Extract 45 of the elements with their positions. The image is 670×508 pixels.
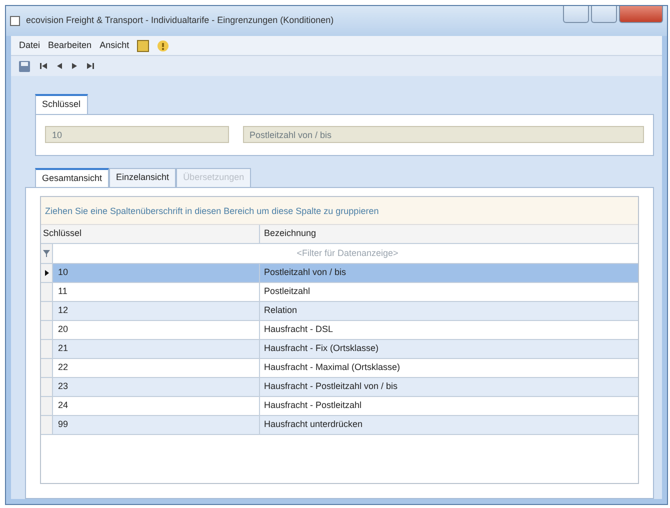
menu-item[interactable]: Bearbeiten	[48, 38, 92, 52]
table-cell-text: Hausfracht - Fix (Ortsklasse)	[264, 342, 379, 356]
view-tab[interactable]: Einzelansicht	[109, 168, 176, 187]
table-cell-text: 10	[58, 266, 68, 280]
table-row[interactable]: 21 Hausfracht - Fix (Ortsklasse)	[41, 340, 638, 359]
next-record-icon[interactable]	[72, 63, 77, 69]
menu-item[interactable]: Ansicht	[100, 38, 130, 52]
table-cell-text: 20	[58, 323, 68, 336]
table-row[interactable]: 12 Relation	[41, 302, 638, 321]
minimize-button[interactable]	[563, 6, 589, 23]
table-cell-text: Postleitzahl von / bis	[264, 266, 346, 280]
previous-record-icon[interactable]	[57, 63, 62, 69]
table-cell-text: 23	[58, 380, 68, 394]
column-header[interactable]: Bezeichnung	[264, 227, 316, 241]
current-row-icon	[44, 270, 48, 276]
filter-icon[interactable]	[43, 250, 50, 257]
first-record-icon[interactable]	[40, 63, 47, 69]
window-title: ecovision Freight & Transport - Individualtarife - Eingrenzungen (Konditionen)	[26, 14, 334, 28]
last-record-icon[interactable]	[87, 63, 94, 69]
table-row[interactable]: 23 Hausfracht - Postleitzahl von / bis	[41, 378, 638, 397]
save-icon[interactable]	[19, 60, 30, 72]
maximize-button[interactable]	[591, 6, 617, 23]
table-row[interactable]: 10 Postleitzahl von / bis	[41, 264, 638, 283]
description-field[interactable]: Postleitzahl von / bis	[242, 126, 644, 143]
table-row[interactable]: 99 Hausfracht unterdrücken	[41, 416, 638, 435]
app-icon	[10, 16, 20, 26]
table-cell-text: Hausfracht - DSL	[264, 323, 334, 336]
table-cell-text: 21	[58, 342, 68, 356]
table-cell-text: Hausfracht unterdrücken	[264, 418, 363, 432]
table-cell-text: Hausfracht - Postleitzahl von / bis	[264, 380, 398, 394]
menu-item[interactable]: Datei	[19, 38, 40, 52]
table-cell-text: 22	[58, 361, 68, 374]
column-header[interactable]: Schlüssel	[43, 227, 82, 241]
table-cell-text: Postleitzahl	[264, 285, 310, 298]
key-field[interactable]: 10	[45, 126, 229, 143]
table-cell-text: 12	[58, 304, 68, 318]
table-cell-text: Relation	[264, 304, 298, 318]
table-cell-text: 24	[58, 399, 68, 412]
table-cell-text: 11	[58, 285, 68, 298]
table-cell-text: Hausfracht - Maximal (Ortsklasse)	[264, 361, 400, 374]
table-cell-text: Hausfracht - Postleitzahl	[264, 399, 362, 412]
view-tab[interactable]: Gesamtansicht	[35, 168, 110, 187]
group-by-hint: Ziehen Sie eine Spaltenüberschrift in diesen Bereich um diese Spalte zu gruppieren	[41, 197, 638, 225]
key-tab[interactable]: Schlüssel	[35, 94, 88, 114]
table-cell-text: 99	[58, 418, 68, 432]
